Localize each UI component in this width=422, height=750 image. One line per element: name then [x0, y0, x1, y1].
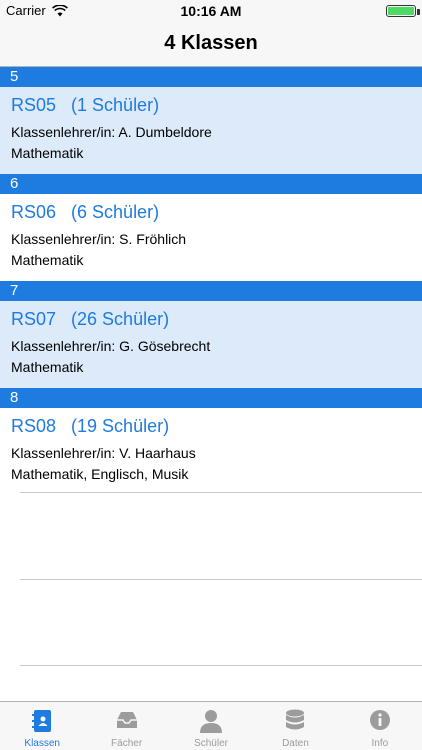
battery-icon — [386, 5, 416, 17]
tab-schueler[interactable]: Schüler — [169, 702, 253, 750]
tab-label: Daten — [282, 738, 309, 749]
class-title: RS05 (1 Schüler) — [11, 95, 160, 115]
section-header: 7 — [0, 281, 422, 301]
class-row-rs07[interactable]: RS07 (26 Schüler) Klassenlehrer/in: G. G… — [0, 301, 422, 388]
database-icon — [286, 709, 305, 730]
class-subjects: Mathematik — [11, 359, 84, 375]
contacts-book-icon — [32, 710, 52, 732]
page-title: 4 Klassen — [164, 32, 258, 54]
battery-tip — [417, 9, 420, 15]
class-row-rs08[interactable]: RS08 (19 Schüler) Klassenlehrer/in: V. H… — [0, 408, 422, 495]
class-teacher: Klassenlehrer/in: V. Haarhaus — [11, 445, 196, 461]
tab-label: Schüler — [194, 738, 228, 749]
person-icon — [200, 710, 223, 733]
status-bar: Carrier 10:16 AM — [0, 0, 422, 22]
class-row-rs05[interactable]: RS05 (1 Schüler) Klassenlehrer/in: A. Du… — [0, 87, 422, 174]
tab-bar: Klassen Fächer Schüler Daten Info — [0, 701, 422, 750]
tray-icon — [116, 712, 137, 728]
navigation-bar: 4 Klassen — [0, 22, 422, 67]
class-subjects: Mathematik, Englisch, Musik — [11, 466, 189, 482]
class-subjects: Mathematik — [11, 252, 84, 268]
section-header: 5 — [0, 67, 422, 87]
class-teacher: Klassenlehrer/in: G. Gösebrecht — [11, 338, 211, 354]
tab-label: Info — [371, 738, 389, 749]
section-header: 6 — [0, 174, 422, 194]
class-list: 5 RS05 (1 Schüler) Klassenlehrer/in: A. … — [0, 67, 422, 495]
class-title: RS06 (6 Schüler) — [11, 202, 160, 222]
tab-faecher[interactable]: Fächer — [84, 702, 168, 750]
class-row-rs06[interactable]: RS06 (6 Schüler) Klassenlehrer/in: S. Fr… — [0, 194, 422, 281]
class-subjects: Mathematik — [11, 145, 84, 161]
status-time: 10:16 AM — [180, 3, 242, 19]
class-teacher: Klassenlehrer/in: A. Dumbeldore — [11, 124, 212, 140]
info-icon — [369, 710, 390, 730]
section-header: 8 — [0, 388, 422, 408]
tab-label: Fächer — [111, 738, 143, 749]
tab-klassen[interactable]: Klassen — [0, 702, 84, 750]
class-title: RS08 (19 Schüler) — [11, 416, 170, 436]
tab-daten[interactable]: Daten — [253, 702, 337, 750]
empty-row-separator — [20, 492, 422, 493]
tab-label: Klassen — [24, 738, 60, 749]
class-title: RS07 (26 Schüler) — [11, 309, 170, 329]
class-teacher: Klassenlehrer/in: S. Fröhlich — [11, 231, 187, 247]
tab-info[interactable]: Info — [338, 702, 422, 750]
empty-row-separator — [20, 665, 422, 666]
empty-row-separator — [20, 579, 422, 580]
